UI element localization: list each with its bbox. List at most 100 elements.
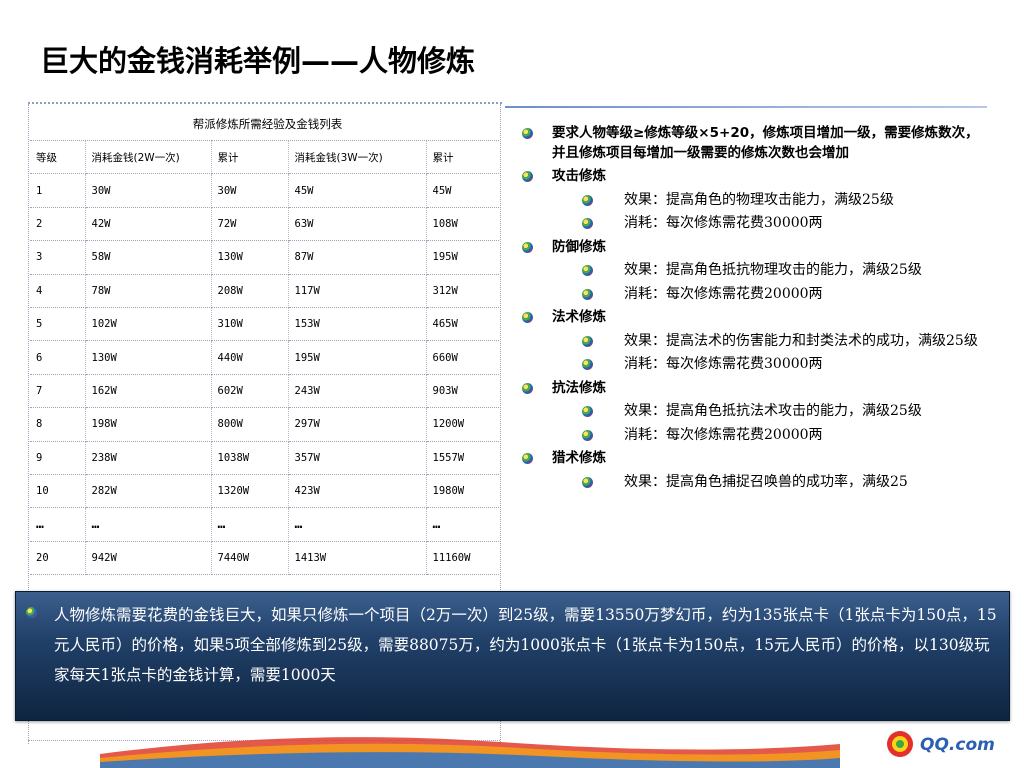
table-cell: 942W bbox=[85, 541, 212, 576]
list-item-text: 效果：提高法术的伤害能力和封类法术的成功，满级25级 bbox=[624, 332, 978, 349]
column-header: 等级 bbox=[30, 140, 86, 175]
table-cell: 130W bbox=[85, 340, 212, 375]
summary-text: 人物修炼需要花费的金钱巨大，如果只修炼一个项目（2万一次）到25级，需要1355… bbox=[54, 606, 997, 684]
bullet-icon bbox=[522, 241, 533, 253]
table-cell: 423W bbox=[288, 474, 427, 509]
table-cell: 282W bbox=[85, 474, 212, 509]
list-item: 消耗：每次修炼需花费30000两 bbox=[520, 355, 980, 375]
table-row: 7 162W 602W 243W 903W bbox=[30, 374, 500, 409]
column-header: 累计 bbox=[211, 140, 289, 175]
table-cell: 1557W bbox=[426, 441, 500, 475]
list-item: 攻击修炼 bbox=[520, 167, 980, 187]
table-cell: 198W bbox=[85, 407, 212, 442]
logo-circle-green bbox=[896, 740, 904, 748]
list-item-text: 效果：提高角色捕捉召唤兽的成功率，满级25 bbox=[624, 473, 908, 490]
table-cell: 903W bbox=[426, 374, 500, 409]
table-cell: 5 bbox=[30, 307, 86, 342]
table-cell: 7440W bbox=[211, 541, 289, 576]
table-cell: 602W bbox=[211, 374, 289, 409]
list-item: 效果：提高角色的物理攻击能力，满级25级 bbox=[520, 191, 980, 211]
table-cell: 72W bbox=[211, 207, 289, 242]
table-cell: 162W bbox=[85, 374, 212, 409]
table-caption: 帮派修炼所需经验及金钱列表 bbox=[30, 108, 500, 141]
summary-banner: 人物修炼需要花费的金钱巨大，如果只修炼一个项目（2万一次）到25级，需要1355… bbox=[15, 591, 1010, 721]
table-cell: 6 bbox=[30, 340, 86, 375]
list-item-text: 防御修炼 bbox=[552, 238, 606, 255]
table-cell: 1980W bbox=[426, 474, 500, 509]
table-cell: … bbox=[426, 507, 500, 542]
table-cell: 3 bbox=[30, 240, 86, 275]
list-item-text: 法术修炼 bbox=[552, 309, 606, 325]
table-cell: 2 bbox=[30, 207, 86, 242]
list-item: 要求人物等级≥修炼等级×5+20，修炼项目增加一级，需要修炼数次，并且修炼项目每… bbox=[520, 124, 980, 163]
list-item-text: 攻击修炼 bbox=[552, 168, 606, 184]
bullet-list: 要求人物等级≥修炼等级×5+20，修炼项目增加一级，需要修炼数次，并且修炼项目每… bbox=[520, 124, 980, 496]
list-item: 抗法修炼 bbox=[520, 379, 980, 399]
bullet-icon bbox=[582, 359, 593, 370]
table-cell: 9 bbox=[30, 441, 86, 475]
table-cell: 30W bbox=[85, 173, 212, 208]
table-cell: 10 bbox=[30, 474, 86, 509]
table-row: 20 942W 7440W 1413W 11160W bbox=[30, 541, 500, 576]
list-item-text: 消耗：每次修炼需花费20000两 bbox=[624, 426, 823, 443]
list-item: 效果：提高角色抵抗法术攻击的能力，满级25级 bbox=[520, 402, 980, 422]
table-cell: … bbox=[211, 507, 289, 542]
table-cell: 4 bbox=[30, 274, 86, 308]
list-item: 猎术修炼 bbox=[520, 449, 980, 469]
bullet-icon bbox=[582, 335, 593, 347]
table-cell: … bbox=[288, 507, 427, 542]
table-row: 9 238W 1038W 357W 1557W bbox=[30, 441, 500, 475]
list-item-text: 效果：提高角色的物理攻击能力，满级25级 bbox=[624, 191, 894, 208]
column-header: 消耗金钱(3W一次) bbox=[288, 140, 427, 175]
list-item-text: 抗法修炼 bbox=[552, 379, 606, 396]
table-cell: 800W bbox=[211, 407, 289, 442]
table-row: 1 30W 30W 45W 45W bbox=[30, 173, 500, 208]
bullet-icon bbox=[522, 453, 533, 464]
bullet-icon bbox=[522, 382, 533, 394]
bullet-icon bbox=[522, 312, 533, 323]
page-title: 巨大的金钱消耗举例——人物修炼 bbox=[40, 44, 476, 78]
table-cell: 1413W bbox=[288, 541, 427, 576]
table-cell: 153W bbox=[288, 307, 427, 342]
bullet-icon bbox=[582, 288, 593, 300]
table-cell: 78W bbox=[85, 274, 212, 308]
list-item-text: 效果：提高角色抵抗物理攻击的能力，满级25级 bbox=[624, 262, 922, 278]
table-cell: 440W bbox=[211, 340, 289, 375]
table-cell: 108W bbox=[426, 207, 500, 242]
table-cell: 11160W bbox=[426, 541, 500, 576]
table-cell: 238W bbox=[85, 441, 212, 475]
table-row: 8 198W 800W 297W 1200W bbox=[30, 407, 500, 442]
table-cell: 58W bbox=[85, 240, 212, 275]
table-cell: 1038W bbox=[211, 441, 289, 475]
table-cell: 1320W bbox=[211, 474, 289, 509]
table-cell: 102W bbox=[85, 307, 212, 342]
bullet-icon bbox=[582, 406, 593, 417]
footer-swoosh bbox=[100, 737, 840, 768]
table-row: 5 102W 310W 153W 465W bbox=[30, 307, 500, 342]
table-cell: 7 bbox=[30, 374, 86, 409]
table-header-row: 等级 消耗金钱(2W一次) 累计 消耗金钱(3W一次) 累计 bbox=[30, 140, 500, 175]
table-cell: 130W bbox=[211, 240, 289, 275]
bullet-icon bbox=[582, 265, 593, 276]
list-item: 消耗：每次修炼需花费20000两 bbox=[520, 285, 980, 305]
table-cell: 30W bbox=[211, 173, 289, 208]
table-cell: 195W bbox=[426, 240, 500, 275]
table-row: 2 42W 72W 63W 108W bbox=[30, 207, 500, 242]
bullet-icon bbox=[522, 171, 533, 182]
table-row: 6 130W 440W 195W 660W bbox=[30, 340, 500, 375]
list-item: 法术修炼 bbox=[520, 308, 980, 328]
list-item-text: 效果：提高角色抵抗法术攻击的能力，满级25级 bbox=[624, 403, 922, 419]
table-cell: 45W bbox=[426, 173, 500, 208]
list-item: 消耗：每次修炼需花费30000两 bbox=[520, 214, 980, 234]
table-top-rule bbox=[28, 102, 502, 104]
table-cell: 243W bbox=[288, 374, 427, 409]
list-item: 消耗：每次修炼需花费20000两 bbox=[520, 426, 980, 446]
table-row: 4 78W 208W 117W 312W bbox=[30, 274, 500, 308]
table-cell: 195W bbox=[288, 340, 427, 375]
table-row: …………… bbox=[30, 507, 500, 542]
table-cell: 20 bbox=[30, 541, 86, 576]
list-item: 效果：提高角色捕捉召唤兽的成功率，满级25 bbox=[520, 473, 980, 493]
table-cell: 42W bbox=[85, 207, 212, 242]
table-cell: 117W bbox=[288, 274, 427, 308]
list-item: 效果：提高法术的伤害能力和封类法术的成功，满级25级 bbox=[520, 332, 980, 352]
